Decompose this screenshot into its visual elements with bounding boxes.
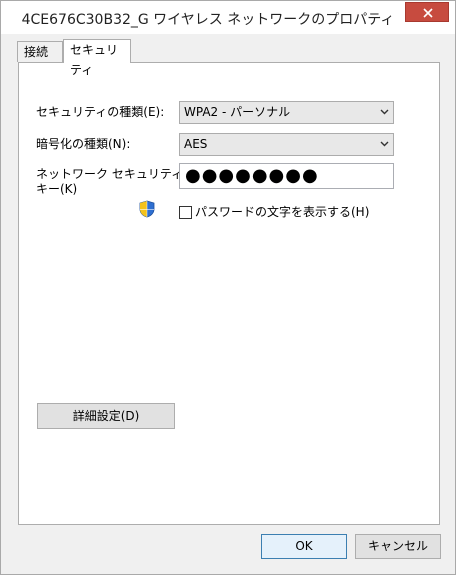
tab-connection[interactable]: 接続	[17, 41, 63, 62]
advanced-settings-button[interactable]: 詳細設定(D)	[37, 403, 175, 429]
close-icon	[423, 8, 433, 18]
chevron-down-icon	[380, 109, 389, 115]
properties-window: 4CE676C30B32_G ワイヤレス ネットワークのプロパティ 接続 セキュ…	[0, 0, 456, 575]
security-type-value: WPA2 - パーソナル	[184, 105, 291, 119]
network-key-label-line1: ネットワーク セキュリティ	[36, 167, 184, 181]
cancel-button[interactable]: キャンセル	[355, 534, 441, 559]
network-key-input[interactable]: ●●●●●●●●	[179, 163, 394, 189]
title-bar[interactable]: 4CE676C30B32_G ワイヤレス ネットワークのプロパティ	[1, 1, 455, 34]
tab-security[interactable]: セキュリティ	[63, 39, 131, 77]
show-characters-checkbox[interactable]	[179, 206, 192, 219]
window-title: 4CE676C30B32_G ワイヤレス ネットワークのプロパティ	[21, 12, 395, 28]
close-button[interactable]	[405, 2, 449, 22]
encryption-type-label: 暗号化の種類(N):	[36, 137, 131, 151]
network-key-label: ネットワーク セキュリティ キー(K)	[36, 167, 183, 197]
security-type-label: セキュリティの種類(E):	[36, 105, 165, 119]
security-type-select[interactable]: WPA2 - パーソナル	[179, 101, 394, 124]
encryption-type-value: AES	[184, 137, 208, 151]
ok-button[interactable]: OK	[261, 534, 347, 559]
uac-shield-icon	[139, 200, 155, 218]
network-key-label-line2: キー(K)	[36, 182, 78, 196]
security-tab-panel: セキュリティの種類(E): WPA2 - パーソナル 暗号化の種類(N): AE…	[18, 62, 440, 525]
chevron-down-icon	[380, 141, 389, 147]
show-characters-label[interactable]: パスワードの文字を表示する(H)	[195, 205, 369, 220]
encryption-type-select[interactable]: AES	[179, 133, 394, 156]
